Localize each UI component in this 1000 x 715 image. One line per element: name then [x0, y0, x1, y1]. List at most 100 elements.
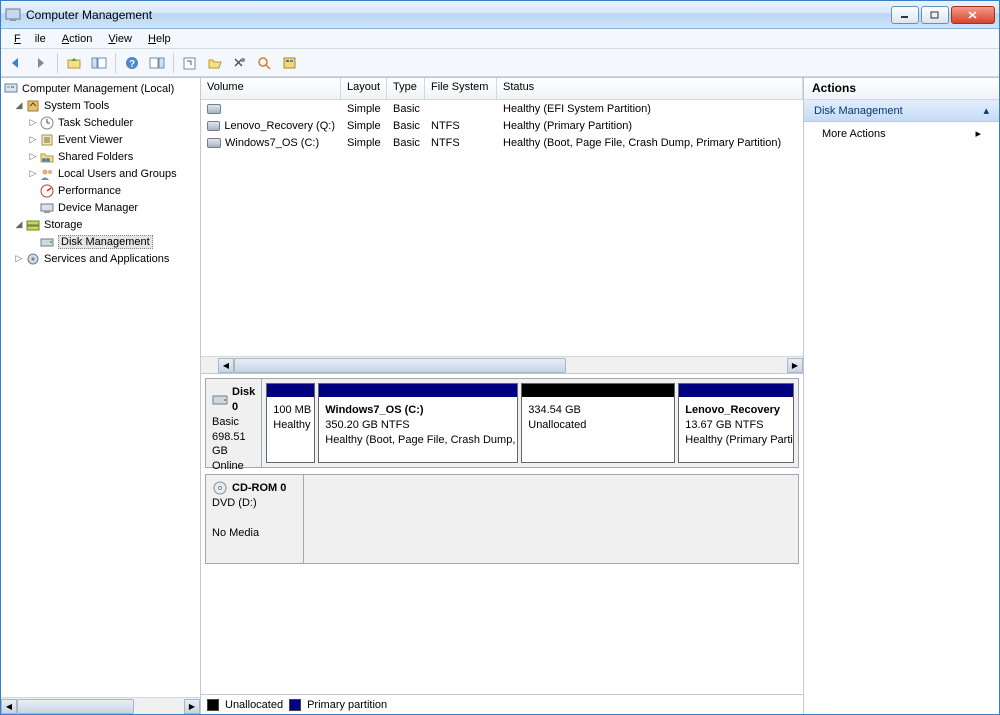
show-hide-tree-button[interactable]: [88, 52, 110, 74]
partition[interactable]: 100 MBHealthy: [266, 383, 315, 463]
submenu-icon: ▸: [975, 127, 981, 140]
action-more[interactable]: More Actions ▸: [804, 122, 999, 145]
maximize-button[interactable]: [921, 6, 949, 24]
rescan-button[interactable]: [254, 52, 276, 74]
disk-partitions: [304, 475, 798, 563]
tree-local-users[interactable]: ▷ Local Users and Groups: [1, 165, 200, 182]
collapse-icon[interactable]: ◢: [13, 100, 25, 111]
settings-button[interactable]: [279, 52, 301, 74]
close-button[interactable]: [951, 6, 995, 24]
menubar: File Action View Help: [1, 29, 999, 49]
tree-task-scheduler[interactable]: ▷ Task Scheduler: [1, 114, 200, 131]
tree-shared-folders[interactable]: ▷ Shared Folders: [1, 148, 200, 165]
back-button[interactable]: [5, 52, 27, 74]
disk-mgmt-icon: [39, 234, 55, 250]
refresh-button[interactable]: [179, 52, 201, 74]
legend-primary-label: Primary partition: [307, 699, 387, 711]
tree-storage[interactable]: ◢ Storage: [1, 216, 200, 233]
minimize-button[interactable]: [891, 6, 919, 24]
col-filesystem[interactable]: File System: [425, 78, 497, 99]
svg-text:?: ?: [129, 59, 135, 70]
actions-header: Actions: [804, 78, 999, 100]
volume-list: Volume Layout Type File System Status Si…: [201, 78, 803, 374]
volume-header: Volume Layout Type File System Status: [201, 78, 803, 100]
hdd-icon: [212, 393, 228, 407]
drive-icon: [207, 138, 221, 148]
navigation-tree: Computer Management (Local) ◢ System Too…: [1, 78, 201, 714]
expand-icon[interactable]: ▷: [27, 168, 39, 179]
partition-bar: [319, 384, 517, 397]
clock-icon: [39, 115, 55, 131]
expand-icon[interactable]: ▷: [27, 134, 39, 145]
computer-management-window: Computer Management File Action View Hel…: [0, 0, 1000, 715]
forward-button[interactable]: [30, 52, 52, 74]
tree-event-viewer[interactable]: ▷ Event Viewer: [1, 131, 200, 148]
volume-row[interactable]: SimpleBasicHealthy (EFI System Partition…: [201, 100, 803, 117]
open-button[interactable]: [204, 52, 226, 74]
tree-device-manager[interactable]: Device Manager: [1, 199, 200, 216]
scroll-right-icon[interactable]: ▶: [787, 358, 803, 373]
collapse-icon[interactable]: ◢: [13, 219, 25, 230]
disk-info[interactable]: Disk 0Basic698.51 GBOnline: [206, 379, 262, 467]
tree-root[interactable]: Computer Management (Local): [1, 80, 200, 97]
legend-unallocated-swatch: [207, 699, 219, 711]
col-layout[interactable]: Layout: [341, 78, 387, 99]
disk-info[interactable]: CD-ROM 0DVD (D:)No Media: [206, 475, 304, 563]
expand-icon[interactable]: ▷: [13, 253, 25, 264]
col-volume[interactable]: Volume: [201, 78, 341, 99]
device-icon: [39, 200, 55, 216]
actions-subheader[interactable]: Disk Management ▴: [804, 100, 999, 122]
cd-icon: [212, 481, 228, 495]
toolbar: ?: [1, 49, 999, 77]
users-icon: [39, 166, 55, 182]
action-pane-button[interactable]: [146, 52, 168, 74]
partition[interactable]: 334.54 GBUnallocated: [521, 383, 675, 463]
shared-folder-icon: [39, 149, 55, 165]
col-status[interactable]: Status: [497, 78, 803, 99]
legend-primary-swatch: [289, 699, 301, 711]
expand-icon[interactable]: ▷: [27, 151, 39, 162]
performance-icon: [39, 183, 55, 199]
col-type[interactable]: Type: [387, 78, 425, 99]
computer-icon: [3, 81, 19, 97]
volume-row[interactable]: Lenovo_Recovery (Q:)SimpleBasicNTFSHealt…: [201, 117, 803, 134]
partition[interactable]: Lenovo_Recovery13.67 GB NTFSHealthy (Pri…: [678, 383, 794, 463]
tree-hscrollbar[interactable]: ◀ ▶: [1, 697, 200, 714]
disk-row: CD-ROM 0DVD (D:)No Media: [205, 474, 799, 564]
content: Computer Management (Local) ◢ System Too…: [1, 77, 999, 714]
menu-help[interactable]: Help: [141, 31, 178, 47]
help-button[interactable]: ?: [121, 52, 143, 74]
menu-action[interactable]: Action: [55, 31, 100, 47]
scroll-right-icon[interactable]: ▶: [184, 699, 200, 714]
tree-performance[interactable]: Performance: [1, 182, 200, 199]
volume-row[interactable]: Windows7_OS (C:)SimpleBasicNTFSHealthy (…: [201, 134, 803, 151]
partition-bar: [522, 384, 674, 397]
scroll-left-icon[interactable]: ◀: [218, 358, 234, 373]
menu-file[interactable]: File: [7, 31, 53, 47]
partition[interactable]: Windows7_OS (C:)350.20 GB NTFSHealthy (B…: [318, 383, 518, 463]
storage-icon: [25, 217, 41, 233]
event-icon: [39, 132, 55, 148]
scroll-left-icon[interactable]: ◀: [1, 699, 17, 714]
tree-services-apps[interactable]: ▷ Services and Applications: [1, 250, 200, 267]
expand-icon[interactable]: ▷: [27, 117, 39, 128]
tree-disk-management[interactable]: Disk Management: [1, 233, 200, 250]
tools-icon: [25, 98, 41, 114]
window-title: Computer Management: [26, 8, 891, 22]
disk-partitions: 100 MBHealthyWindows7_OS (C:)350.20 GB N…: [262, 379, 798, 467]
partition-bar: [679, 384, 793, 397]
volume-hscrollbar[interactable]: ◀ ▶: [201, 356, 803, 373]
legend: Unallocated Primary partition: [201, 694, 803, 714]
main-panel: Volume Layout Type File System Status Si…: [201, 78, 804, 714]
drive-icon: [207, 121, 220, 131]
partition-bar: [267, 384, 314, 397]
up-button[interactable]: [63, 52, 85, 74]
menu-view[interactable]: View: [101, 31, 139, 47]
disk-row: Disk 0Basic698.51 GBOnline100 MBHealthyW…: [205, 378, 799, 468]
disk-map: Disk 0Basic698.51 GBOnline100 MBHealthyW…: [201, 374, 803, 694]
legend-unallocated-label: Unallocated: [225, 699, 283, 711]
collapse-icon: ▴: [983, 104, 989, 117]
services-icon: [25, 251, 41, 267]
tree-system-tools[interactable]: ◢ System Tools: [1, 97, 200, 114]
properties-button[interactable]: [229, 52, 251, 74]
